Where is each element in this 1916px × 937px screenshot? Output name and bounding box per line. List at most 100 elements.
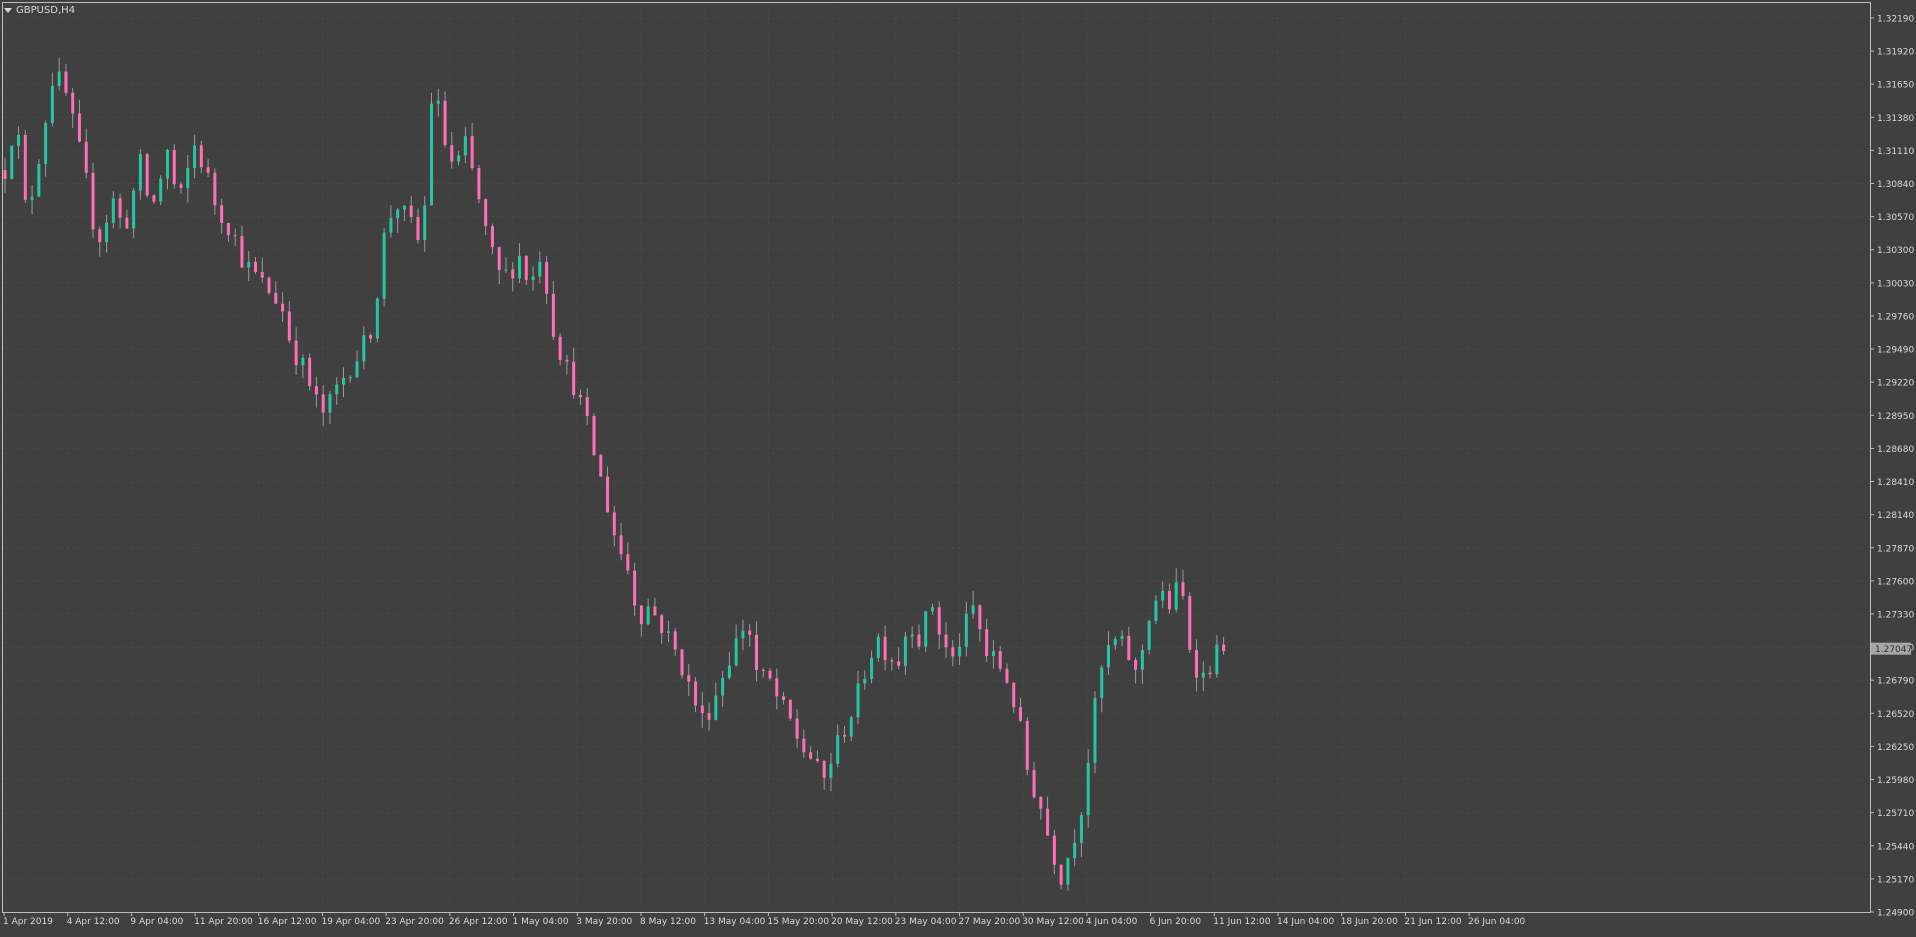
bull-candle — [457, 155, 461, 162]
bull-candle — [402, 205, 406, 210]
bear-candle — [1012, 682, 1016, 708]
bear-candle — [815, 758, 819, 761]
bear-candle — [497, 247, 501, 270]
bull-candle — [531, 276, 535, 280]
bull-candle — [876, 636, 880, 658]
x-tick-label: 13 May 04:00 — [704, 917, 766, 927]
bear-candle — [707, 713, 711, 720]
candles — [3, 57, 1226, 891]
y-tick-label: 1.30840 — [1877, 180, 1914, 190]
bear-candle — [802, 738, 806, 753]
x-tick-label: 26 Apr 12:00 — [449, 917, 508, 927]
time-axis[interactable]: 1 Apr 2019 4 Apr 12:00 9 Apr 04:00 11 Apr 2… — [3, 912, 1526, 927]
bear-candle — [321, 394, 325, 413]
y-tick-label: 1.26520 — [1877, 710, 1914, 720]
x-tick-label: 26 Jun 04:00 — [1468, 917, 1525, 927]
bull-candle — [836, 735, 840, 764]
bear-candle — [145, 154, 149, 196]
bear-candle — [1134, 659, 1138, 670]
x-tick-label: 11 Apr 20:00 — [194, 917, 253, 927]
bull-candle — [111, 198, 115, 223]
bear-candle — [687, 675, 691, 682]
bear-candle — [98, 229, 102, 243]
y-tick-label: 1.24900 — [1877, 909, 1914, 919]
bull-candle — [362, 335, 366, 362]
bull-candle — [44, 123, 48, 164]
bull-candle — [518, 255, 522, 279]
bear-candle — [1039, 797, 1043, 809]
price-axis[interactable]: 1.32190 1.31920 1.31650 1.31380 1.31110 1.308… — [1870, 14, 1914, 919]
bear-candle — [267, 277, 271, 293]
chart-plot[interactable]: 1.32190 1.31920 1.31650 1.31380 1.31110 1.308… — [0, 0, 1916, 933]
y-tick-label: 1.28950 — [1877, 412, 1914, 422]
y-tick-label: 1.27870 — [1877, 544, 1914, 554]
bear-candle — [565, 359, 569, 362]
x-tick-label: 11 Jun 12:00 — [1213, 917, 1270, 927]
bear-candle — [416, 216, 420, 241]
bear-candle — [978, 605, 982, 630]
y-tick-label: 1.31650 — [1877, 81, 1914, 91]
bear-candle — [3, 170, 7, 179]
bull-candle — [328, 394, 332, 413]
bear-candle — [897, 661, 901, 666]
bull-candle — [50, 85, 54, 124]
x-tick-label: 18 Jun 20:00 — [1341, 917, 1398, 927]
bull-candle — [1154, 600, 1158, 622]
y-tick-label: 1.31920 — [1877, 48, 1914, 58]
bear-candle — [606, 476, 610, 513]
bear-candle — [1222, 644, 1226, 652]
bull-candle — [1073, 842, 1077, 859]
y-tick-label: 1.25980 — [1877, 776, 1914, 786]
bear-candle — [842, 735, 846, 737]
bear-candle — [788, 699, 792, 719]
bear-candle — [572, 361, 576, 396]
bear-candle — [152, 195, 156, 202]
bear-candle — [775, 678, 779, 697]
bull-candle — [714, 695, 718, 720]
bear-candle — [91, 172, 95, 230]
bear-candle — [545, 261, 549, 294]
bear-candle — [179, 184, 183, 188]
y-tick-label: 1.28680 — [1877, 445, 1914, 455]
bear-candle — [822, 760, 826, 778]
bear-candle — [470, 136, 474, 168]
bear-candle — [84, 141, 88, 173]
bull-candle — [1079, 815, 1083, 843]
dropdown-arrow-icon[interactable] — [4, 7, 12, 13]
y-tick-label: 1.30030 — [1877, 279, 1914, 289]
bear-candle — [809, 752, 813, 759]
bear-candle — [443, 100, 447, 146]
bull-candle — [504, 269, 508, 271]
bear-candle — [782, 696, 786, 700]
bull-candle — [165, 149, 169, 179]
bull-candle — [849, 717, 853, 737]
bull-candle — [964, 613, 968, 647]
bull-candle — [348, 377, 352, 379]
bear-candle — [748, 630, 752, 635]
y-tick-label: 1.28410 — [1877, 478, 1914, 488]
bear-candle — [308, 357, 312, 387]
chart[interactable]: 1.32190 1.31920 1.31650 1.31380 1.31110 1.308… — [0, 0, 1916, 933]
y-tick-label: 1.27330 — [1877, 610, 1914, 620]
bear-candle — [220, 205, 224, 223]
bear-candle — [700, 705, 704, 714]
bear-candle — [260, 271, 264, 278]
bear-candle — [477, 167, 481, 200]
bull-candle — [105, 222, 109, 243]
bull-candle — [396, 209, 400, 219]
bull-candle — [382, 232, 386, 299]
bull-candle — [1093, 697, 1097, 764]
bull-candle — [1140, 649, 1144, 670]
chart-title-bar[interactable]: GBPUSD,H4 — [4, 3, 75, 17]
bull-candle — [1107, 645, 1111, 668]
bear-candle — [1181, 582, 1185, 596]
bear-candle — [240, 235, 244, 268]
bear-candle — [77, 113, 81, 142]
bear-candle — [1025, 720, 1029, 770]
bull-candle — [971, 605, 975, 614]
bear-candle — [653, 606, 657, 616]
bull-candle — [423, 205, 427, 241]
bear-candle — [199, 145, 203, 168]
x-tick-label: 16 Apr 12:00 — [258, 917, 317, 927]
bear-candle — [369, 335, 373, 339]
